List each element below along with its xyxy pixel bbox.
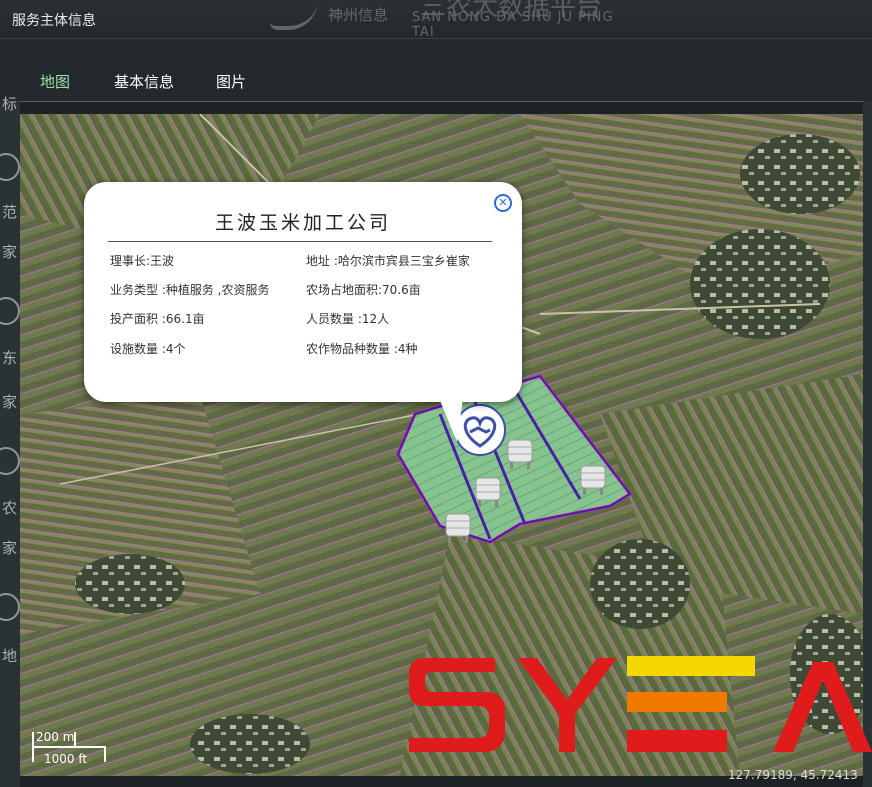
background-left-strip: 标 范 家 东 家 农 家 地 [0, 95, 20, 787]
window-title: 服务主体信息 [12, 13, 96, 29]
field-production-area: 投产面积 :66.1亩 [110, 310, 205, 327]
field-business-type: 业务类型 :种植服务 ,农资服务 [110, 281, 270, 298]
field-label: 投产面积 : [110, 312, 166, 326]
field-value: 4种 [397, 342, 418, 356]
brand-watermark: 神州信息 三农大数据平台 SAN NONG DA SHU JU PING TAI [270, 0, 630, 40]
field-value: 种植服务 ,农资服务 [165, 283, 270, 297]
tab-images[interactable]: 图片 [216, 71, 246, 92]
field-farm-area: 农场占地面积:70.6亩 [306, 281, 421, 298]
strip-char: 标 [2, 95, 18, 113]
strip-circle-icon [0, 593, 20, 621]
brand-cn: 神州信息 [328, 6, 389, 24]
field-address: 地址 :哈尔滨市宾县三宝乡崔家 [306, 252, 470, 269]
field-value: 哈尔滨市宾县三宝乡崔家 [337, 254, 470, 268]
popup-tail [439, 398, 463, 442]
scale-line [32, 746, 106, 748]
map-coordinates: 127.79189, 45.72413 [728, 768, 858, 782]
field-director: 理事长:王波 [110, 252, 174, 269]
map-scale-bar: 200 m 1000 ft [30, 722, 110, 772]
scale-imperial: 1000 ft [44, 752, 88, 766]
info-popup: ✕ 王波玉米加工公司 理事长:王波 地址 :哈尔滨市宾县三宝乡崔家 业务类型 :… [84, 182, 522, 442]
storage-tank-icon[interactable] [579, 462, 607, 496]
field-value: 王波 [150, 254, 175, 268]
brand-en: SAN NONG DA SHU JU PING TAI [412, 10, 614, 40]
strip-circle-icon [0, 447, 20, 475]
scale-metric: 200 m [36, 730, 75, 744]
strip-char: 家 [2, 539, 18, 557]
field-label: 人员数量 : [306, 312, 362, 326]
storage-tank-icon[interactable] [444, 510, 472, 544]
strip-circle-icon [0, 153, 20, 181]
field-crop-variety-count: 农作物品种数量 :4种 [306, 340, 418, 357]
field-label: 理事长: [110, 254, 151, 268]
strip-char: 农 [2, 499, 18, 517]
field-value: 12人 [361, 312, 390, 326]
field-label: 地址 : [306, 254, 338, 268]
storage-tank-icon[interactable] [506, 436, 534, 470]
field-value: 66.1亩 [165, 312, 205, 326]
tab-bar: 地图 基本信息 图片 [0, 39, 872, 102]
strip-circle-icon [0, 297, 20, 325]
brand-logo-icon [270, 0, 318, 30]
tab-basic-info[interactable]: 基本信息 [114, 71, 174, 92]
field-label: 农作物品种数量 : [306, 342, 398, 356]
title-bar: 服务主体信息 神州信息 三农大数据平台 SAN NONG DA SHU JU P… [0, 0, 872, 40]
field-staff-count: 人员数量 :12人 [306, 310, 389, 327]
field-label: 设施数量 : [110, 342, 166, 356]
field-value: 4个 [165, 342, 186, 356]
scale-tick [104, 746, 106, 762]
syea-watermark-logo [409, 656, 872, 752]
strip-char: 地 [2, 647, 18, 665]
strip-char: 家 [2, 393, 18, 411]
strip-char: 家 [2, 243, 18, 261]
strip-char: 东 [2, 349, 18, 367]
strip-char: 范 [2, 203, 18, 221]
field-label: 业务类型 : [110, 283, 166, 297]
popup-divider [108, 241, 492, 242]
field-value: 70.6亩 [382, 283, 421, 297]
popup-title: 王波玉米加工公司 [214, 212, 391, 234]
field-facility-count: 设施数量 :4个 [110, 340, 186, 357]
field-label: 农场占地面积: [306, 283, 383, 297]
storage-tank-icon[interactable] [474, 474, 502, 508]
tab-map[interactable]: 地图 [40, 71, 70, 92]
